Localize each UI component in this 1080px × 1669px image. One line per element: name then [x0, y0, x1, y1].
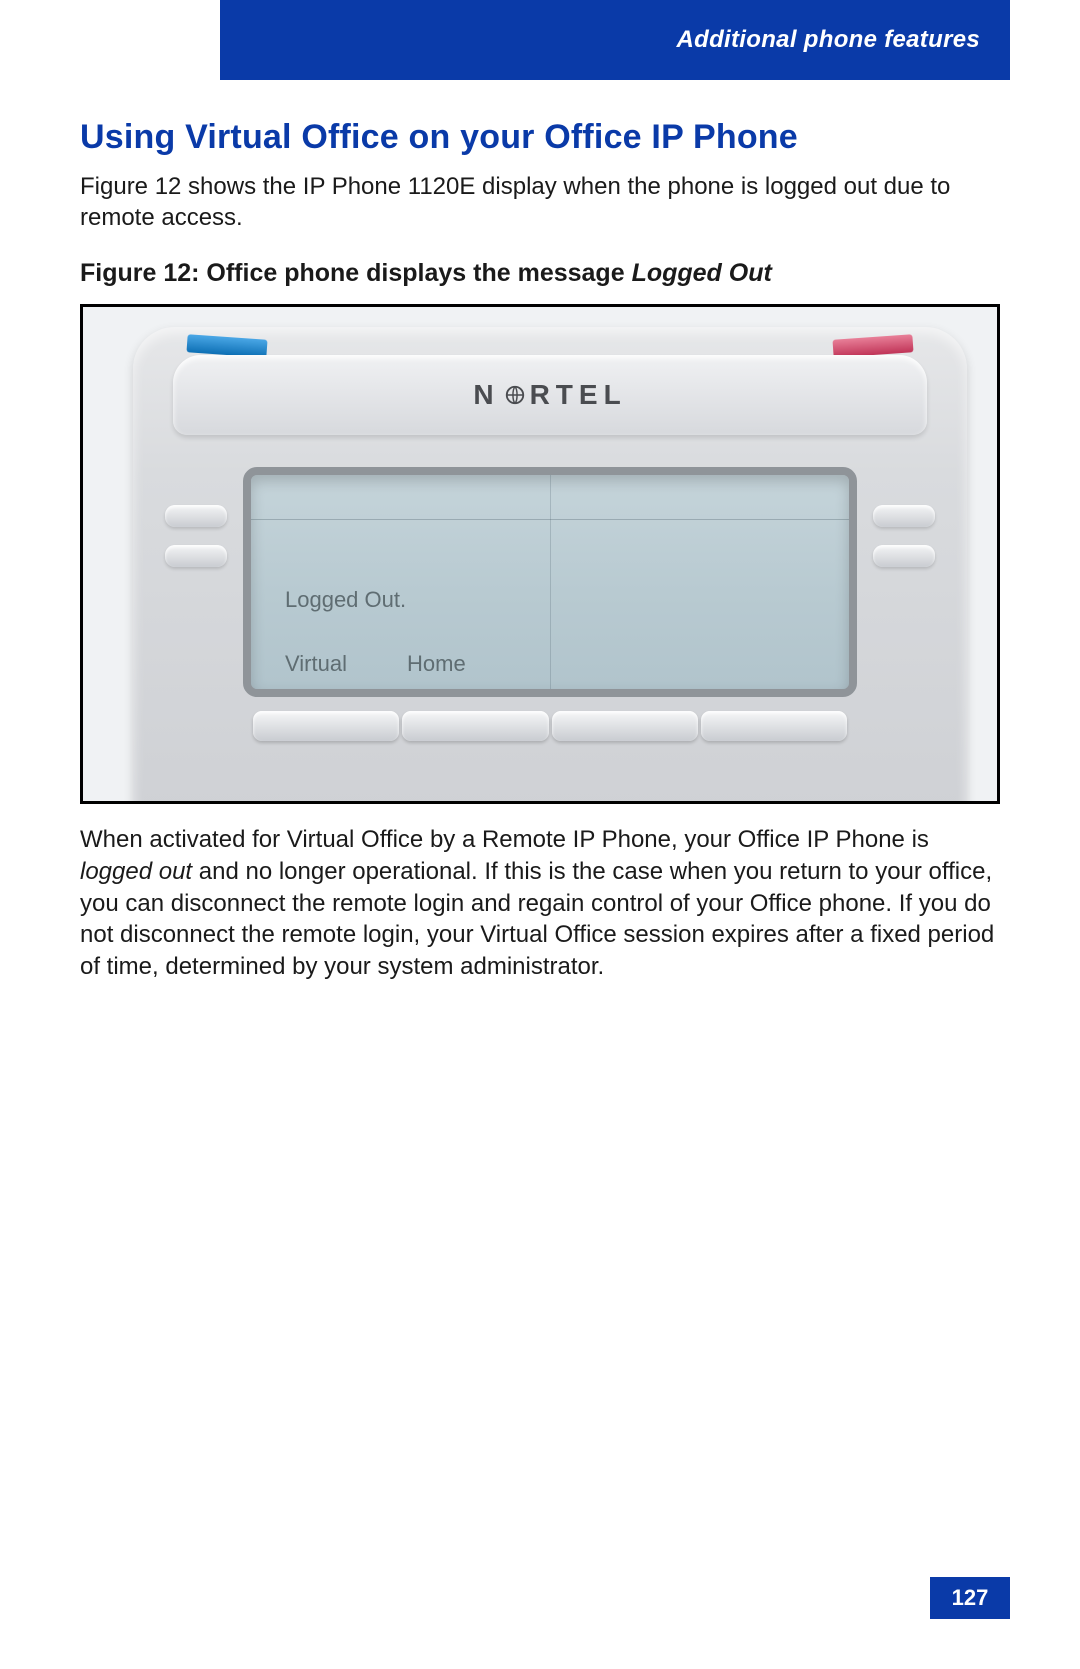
body-post: and no longer operational. If this is th…	[80, 858, 994, 980]
body-italic: logged out	[80, 858, 192, 885]
figure-caption-italic: Logged Out	[632, 259, 772, 287]
side-key-right-2	[873, 545, 935, 567]
figure-caption: Figure 12: Office phone displays the mes…	[80, 259, 1000, 288]
softkey-2	[402, 711, 548, 741]
softkey-3	[552, 711, 698, 741]
softkey-1	[253, 711, 399, 741]
body-paragraph: When activated for Virtual Office by a R…	[80, 824, 1000, 982]
document-page: Additional phone features Using Virtual …	[0, 0, 1080, 1669]
page-number: 127	[930, 1577, 1010, 1619]
body-pre: When activated for Virtual Office by a R…	[80, 826, 929, 853]
globe-icon	[504, 384, 526, 406]
side-key-left-2	[165, 545, 227, 567]
content-column: Using Virtual Office on your Office IP P…	[80, 110, 1000, 983]
side-key-right-1	[873, 505, 935, 527]
screen-status-text: Logged Out.	[285, 587, 406, 613]
intro-paragraph: Figure 12 shows the IP Phone 1120E displ…	[80, 171, 1000, 233]
phone-top-plate: N RTEL	[173, 355, 927, 435]
brand-logo: N RTEL	[473, 379, 626, 411]
figure-box: N RTEL Logged Out. Virt	[80, 304, 1000, 804]
section-header-bar: Additional phone features	[220, 0, 1010, 80]
phone-body: N RTEL Logged Out. Virt	[133, 327, 967, 804]
page-heading: Using Virtual Office on your Office IP P…	[80, 118, 1000, 157]
screen-divider-vertical	[550, 475, 551, 689]
side-key-left-1	[165, 505, 227, 527]
brand-text-right: RTEL	[530, 379, 627, 411]
figure-caption-text: Figure 12: Office phone displays the mes…	[80, 259, 632, 287]
screen-softkey-label-1: Virtual	[285, 651, 347, 677]
brand-text-left: N	[473, 379, 499, 411]
phone-screen: Logged Out. Virtual Home	[243, 467, 857, 697]
screen-softkey-label-2: Home	[407, 651, 466, 677]
section-title: Additional phone features	[676, 26, 980, 54]
softkey-row	[253, 711, 847, 741]
softkey-4	[701, 711, 847, 741]
